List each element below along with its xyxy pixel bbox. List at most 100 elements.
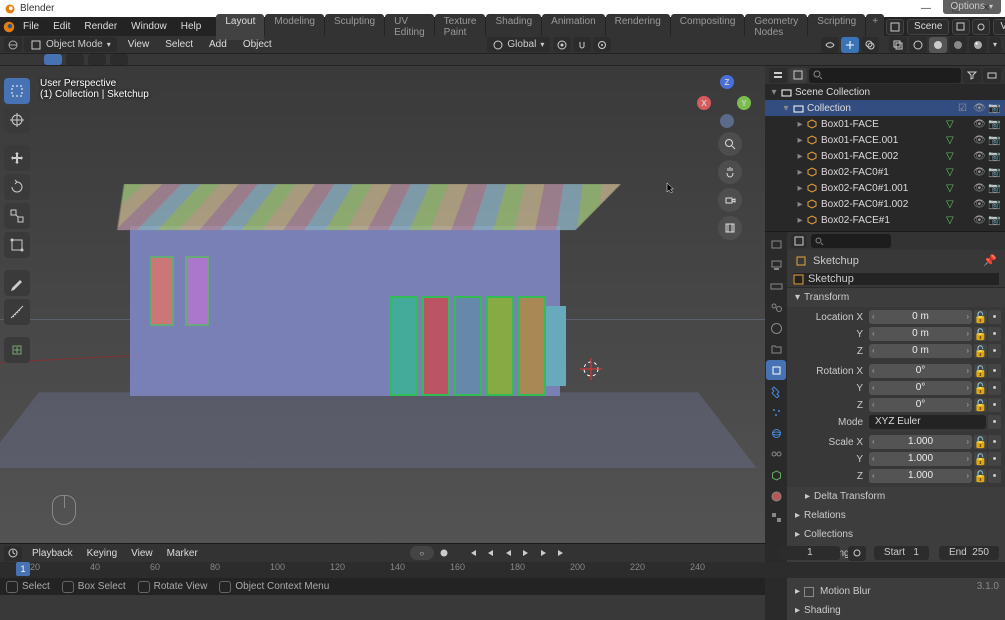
tl-menu-playback[interactable]: Playback <box>28 548 77 559</box>
camera-icon[interactable]: 📷 <box>988 183 1001 194</box>
eye-icon[interactable]: 👁 <box>973 215 986 226</box>
viewlayer-browse-button[interactable] <box>972 19 990 35</box>
panel-transform-header[interactable]: ▾Transform <box>787 288 1005 307</box>
tree-item[interactable]: ▸Box02-FACE#1▽👁📷 <box>765 212 1005 228</box>
camera-icon[interactable]: 📷 <box>988 151 1001 162</box>
preview-range-toggle[interactable] <box>848 546 866 561</box>
nav-perspective-button[interactable] <box>718 216 742 240</box>
blender-logo-icon[interactable] <box>2 18 16 36</box>
location-y-field[interactable]: 0 m <box>869 327 972 341</box>
gizmo-toggle[interactable] <box>841 37 859 53</box>
ptab-modifiers[interactable] <box>766 381 786 401</box>
autokey-record[interactable] <box>436 546 452 560</box>
frame-start-field[interactable]: Start 1 <box>874 546 929 560</box>
tool-scale[interactable] <box>4 203 30 229</box>
tab-modeling[interactable]: Modeling <box>265 14 324 40</box>
nav-pan-button[interactable] <box>718 160 742 184</box>
location-z-field[interactable]: 0 m <box>869 344 972 358</box>
menu-help[interactable]: Help <box>174 21 209 32</box>
panel-shading[interactable]: ▸Shading <box>787 601 1005 620</box>
props-editor-type[interactable] <box>791 234 807 248</box>
eye-icon[interactable]: 👁 <box>973 183 986 194</box>
scale-y-field[interactable]: 1.000 <box>869 452 972 466</box>
pivot-button[interactable] <box>553 37 571 52</box>
ptab-data[interactable] <box>766 465 786 485</box>
location-x-field[interactable]: 0 m <box>869 310 972 324</box>
timeline-editor-type[interactable] <box>4 546 22 561</box>
snap-button[interactable] <box>573 37 591 52</box>
tab-shading[interactable]: Shading <box>486 14 541 40</box>
tree-item[interactable]: ▸Box01-FACE.001▽👁📷 <box>765 132 1005 148</box>
eye-icon[interactable]: 👁 <box>973 135 986 146</box>
3d-viewport[interactable]: User Perspective (1) Collection | Sketch… <box>0 66 765 543</box>
shading-solid[interactable] <box>929 37 947 53</box>
camera-icon[interactable]: 📷 <box>988 199 1001 210</box>
tree-collection[interactable]: ▾ Collection ☑👁📷 <box>765 100 1005 116</box>
ptab-viewlayer[interactable] <box>766 276 786 296</box>
tree-item[interactable]: ▸Box02-FAC0#1.001▽👁📷 <box>765 180 1005 196</box>
axis-z[interactable]: Z <box>720 75 734 89</box>
vp-menu-object[interactable]: Object <box>235 39 280 50</box>
xray-toggle[interactable] <box>889 37 907 53</box>
rotation-z-field[interactable]: 0° <box>869 398 972 412</box>
tool-annotate[interactable] <box>4 270 30 296</box>
tree-item[interactable]: ▸Box02-FAC0#1.002▽👁📷 <box>765 196 1005 212</box>
tab-sculpting[interactable]: Sculpting <box>325 14 384 40</box>
tab-texturepaint[interactable]: Texture Paint <box>435 14 486 40</box>
nav-orientation-gizmo[interactable]: Z X Y <box>703 78 751 126</box>
tool-transform[interactable] <box>4 232 30 258</box>
viewlayer-name-field[interactable]: ViewLayer <box>993 19 1005 35</box>
outliner-editor-type[interactable] <box>769 68 787 83</box>
vp-menu-select[interactable]: Select <box>157 39 201 50</box>
vp-menu-view[interactable]: View <box>120 39 158 50</box>
tree-item[interactable]: ▸Box01-FACE.002▽👁📷 <box>765 148 1005 164</box>
tl-menu-marker[interactable]: Marker <box>163 548 202 559</box>
options-dropdown[interactable]: Options▾ <box>943 0 1001 14</box>
ptab-material[interactable] <box>766 486 786 506</box>
tab-animation[interactable]: Animation <box>542 14 604 40</box>
shading-rendered[interactable] <box>969 37 987 53</box>
play-reverse[interactable] <box>500 546 516 560</box>
ptab-constraints[interactable] <box>766 444 786 464</box>
scene-name-field[interactable]: Scene <box>907 19 949 35</box>
proportional-button[interactable] <box>593 37 611 52</box>
ptab-object[interactable] <box>766 360 786 380</box>
ptab-physics[interactable] <box>766 423 786 443</box>
scene-new-button[interactable] <box>952 19 970 35</box>
menu-file[interactable]: File <box>16 21 46 32</box>
outliner-display-mode[interactable] <box>789 68 807 83</box>
jump-start[interactable] <box>464 546 480 560</box>
ptab-particles[interactable] <box>766 402 786 422</box>
eye-icon[interactable]: 👁 <box>973 167 986 178</box>
tool-add-primitive[interactable] <box>4 337 30 363</box>
eye-icon[interactable]: 👁 <box>973 151 986 162</box>
select-mode-tweak[interactable] <box>44 54 62 65</box>
tool-rotate[interactable] <box>4 174 30 200</box>
eye-icon[interactable]: 👁 <box>973 199 986 210</box>
eye-icon[interactable]: 👁 <box>973 231 986 232</box>
outliner-filter-button[interactable] <box>963 68 981 83</box>
axis-x[interactable]: X <box>697 96 711 110</box>
mode-dropdown[interactable]: Object Mode ▾ <box>24 37 117 52</box>
rotation-x-field[interactable]: 0° <box>869 364 972 378</box>
tool-move[interactable] <box>4 145 30 171</box>
camera-icon[interactable]: 📷 <box>988 215 1001 226</box>
tab-rendering[interactable]: Rendering <box>606 14 670 40</box>
frame-end-field[interactable]: End 250 <box>939 546 999 560</box>
jump-next-key[interactable] <box>536 546 552 560</box>
menu-window[interactable]: Window <box>124 21 174 32</box>
ptab-output[interactable] <box>766 255 786 275</box>
nav-camera-button[interactable] <box>718 188 742 212</box>
tl-menu-view[interactable]: View <box>127 548 157 559</box>
ptab-texture[interactable] <box>766 507 786 527</box>
props-search[interactable] <box>811 234 891 248</box>
lock-icon[interactable]: 🔓 <box>974 310 987 324</box>
tab-geometrynodes[interactable]: Geometry Nodes <box>745 14 807 40</box>
ptab-render[interactable] <box>766 234 786 254</box>
scale-x-field[interactable]: 1.000 <box>869 435 972 449</box>
camera-icon[interactable]: 📷 <box>988 135 1001 146</box>
select-mode-box[interactable] <box>66 54 84 65</box>
shading-material[interactable] <box>949 37 967 53</box>
current-frame-field[interactable]: 1 <box>780 546 840 560</box>
ptab-scene[interactable] <box>766 297 786 317</box>
